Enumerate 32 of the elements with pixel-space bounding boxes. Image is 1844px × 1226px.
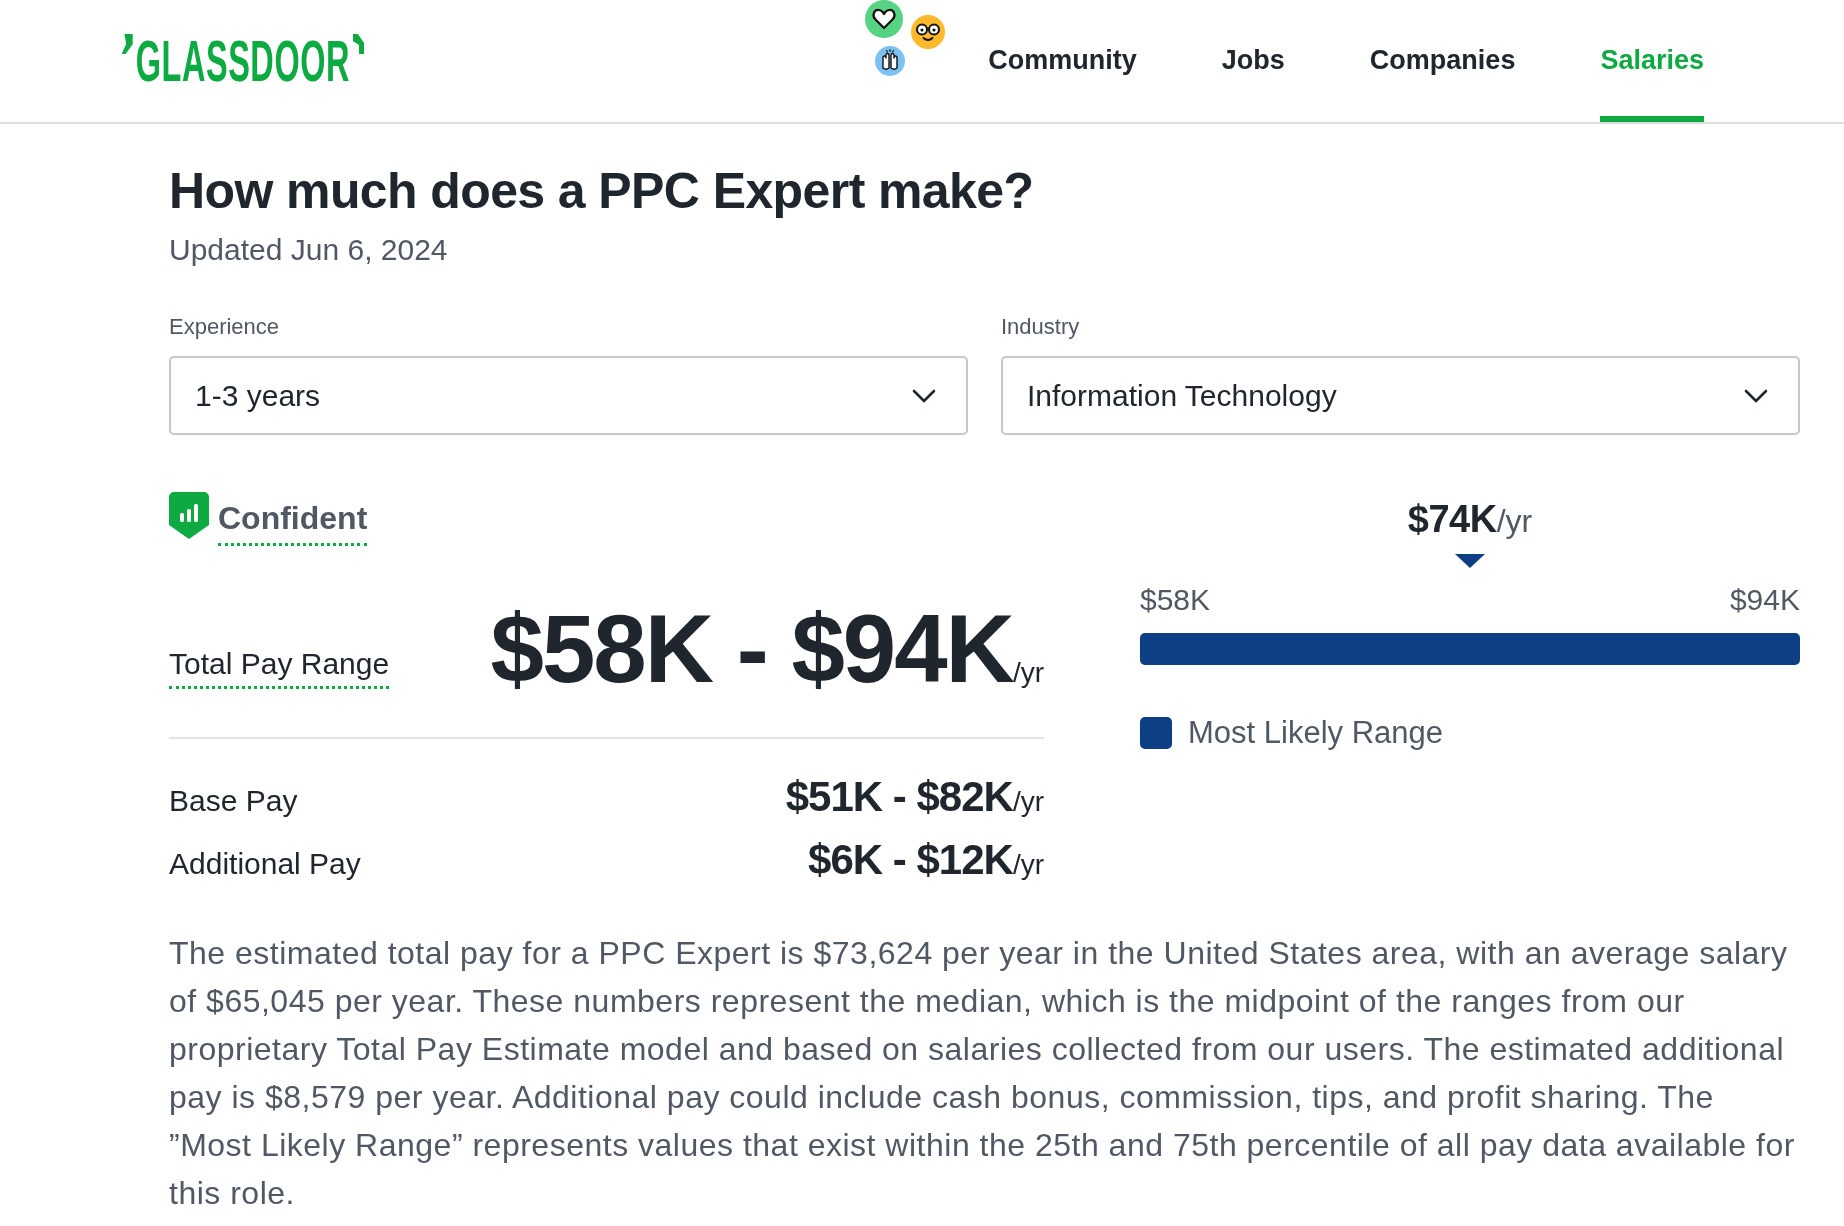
shield-chart-icon (169, 492, 209, 539)
nav-tab[interactable]: Companies (1369, 0, 1516, 122)
glasses-face-icon[interactable] (911, 15, 946, 49)
pay-label: Base Pay (169, 783, 298, 819)
nav-tab[interactable]: Community (988, 0, 1137, 122)
updated-date: Updated Jun 6, 2024 (169, 232, 449, 268)
per-year-unit: /yr (1012, 786, 1044, 818)
salary-description: The estimated total pay for a PPC Expert is $73,624 per year in the United States area, with an average salary of $65,045 per year. These numbers represent the median, which is the midpoint of the ranges from our proprietary Total Pay Estimate model and based on salaries collected from our users. The estimated additional pay is $8,579 per year. Additional pay could include cash bonus, commission, tips, and profit sharing. The ”Most Likely Range” represents values that exist within the 25th and 75th percentile of all pay data available for this role. (169, 934, 1796, 1213)
pay-value: $6K - $12K (808, 836, 1013, 884)
confidence-label[interactable]: Confident (218, 500, 368, 546)
range-low-label: $58K (1140, 582, 1211, 618)
legend-swatch-icon (1140, 717, 1172, 749)
triangle-marker-icon (1455, 554, 1485, 568)
total-pay-value: $58K - $94K (490, 601, 1013, 697)
range-high-label: $94K (1729, 582, 1800, 618)
dropdown-label: Industry (1001, 313, 1081, 341)
dropdown[interactable]: Information Technology (1001, 356, 1800, 435)
legend-label: Most Likely Range (1188, 714, 1443, 752)
dropdown[interactable]: 1-3 years (169, 356, 968, 435)
per-year-unit: /yr (1496, 502, 1533, 541)
nav-tab[interactable]: Jobs (1221, 0, 1285, 122)
pay-value: $51K - $82K (785, 773, 1013, 821)
chevron-down-icon (1744, 388, 1768, 403)
median-value: $74K (1407, 497, 1497, 542)
pay-label: Additional Pay (169, 846, 361, 882)
dropdown-label: Experience (169, 313, 281, 341)
chevron-down-icon (912, 388, 936, 403)
page-title: How much does a PPC Expert make? (169, 162, 1035, 220)
per-year-unit: /yr (1012, 657, 1044, 688)
clapping-hands-icon[interactable] (875, 46, 906, 76)
per-year-unit: /yr (1012, 849, 1044, 881)
total-pay-label[interactable]: Total Pay Range (169, 646, 390, 689)
